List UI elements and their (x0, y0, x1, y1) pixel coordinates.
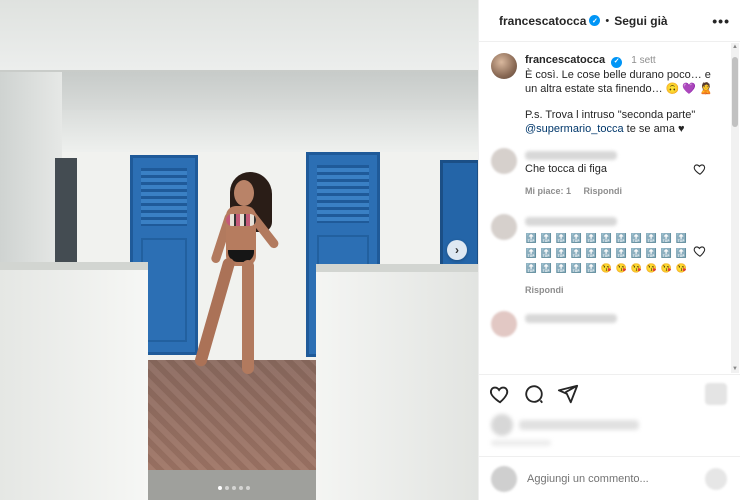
add-comment-bar (479, 456, 740, 500)
comment-emoji: 🔝 (660, 233, 673, 243)
comment-emoji: 🔝 (630, 233, 643, 243)
comment-emoji: 🔝 (555, 233, 568, 243)
likes-summary-blurred (491, 412, 671, 446)
comment-item: Che tocca di figa Mi piace: 1 Rispondi (479, 148, 731, 198)
comment-emoji: 🔝 (675, 233, 688, 243)
roof-underside (18, 72, 478, 110)
commenter-avatar[interactable] (491, 214, 517, 240)
commenter-username-blurred[interactable] (525, 150, 617, 160)
post-sidebar: francescatocca ✓ • Segui già ••• frances… (478, 0, 740, 500)
carousel-next-button[interactable]: › (447, 240, 467, 260)
comment-emoji: 🔝 (540, 233, 553, 243)
author-username[interactable]: francescatocca (499, 14, 586, 28)
save-bookmark-icon[interactable] (705, 382, 727, 405)
commenter-avatar[interactable] (491, 311, 517, 337)
caption-line-2: P.s. Trova l intruso "seconda parte" (525, 109, 696, 121)
comment-emoji: 😘 (660, 263, 673, 273)
comment-likes[interactable]: Mi piace: 1 (525, 186, 571, 196)
verified-badge-icon: ✓ (611, 56, 623, 68)
carousel-dot (246, 486, 250, 490)
comment-emoji: 🔝 (660, 248, 673, 258)
comment-emoji: 🔝 (525, 263, 538, 273)
comment-bubble-icon[interactable] (523, 383, 545, 405)
reply-button[interactable]: Rispondi (525, 285, 564, 295)
comment-emoji: 🔝 (600, 248, 613, 258)
comment-emoji: 🔝 (570, 233, 583, 243)
caption-timestamp[interactable]: 1 sett (631, 55, 655, 66)
comment-emoji: 😘 (645, 263, 658, 273)
dark-doorway (55, 158, 77, 266)
comment-emoji: 🔝 (600, 233, 613, 243)
low-wall-left (0, 262, 148, 500)
header-separator: • (605, 14, 610, 27)
scrollbar[interactable]: ▲ ▼ (731, 43, 739, 373)
comment-emoji: 🔝 (585, 263, 598, 273)
comment-emoji: 😘 (600, 263, 613, 273)
comments-scroll-area[interactable]: francescatocca ✓ 1 sett È così. Le cose … (479, 43, 731, 373)
post-comment-button[interactable] (705, 467, 727, 490)
share-send-icon[interactable] (557, 383, 579, 405)
post-actions (479, 374, 740, 412)
comment-emoji: 🔝 (630, 248, 643, 258)
comment-emoji-text: 🔝 🔝 🔝 🔝 🔝 🔝 🔝 🔝 🔝 🔝 🔝 🔝 🔝 🔝 🔝 🔝 🔝 🔝 🔝 🔝 🔝 🔝 🔝 🔝 🔝 🔝 🔝 😘 😘 😘 😘 😘 😘 (525, 232, 721, 275)
like-comment-heart-icon[interactable] (693, 162, 707, 176)
carousel-dot (218, 486, 222, 490)
following-button[interactable]: Segui già (614, 14, 667, 28)
scrollbar-thumb[interactable] (732, 57, 738, 127)
comment-emoji: 🔝 (675, 248, 688, 258)
comment-emoji: 😘 (675, 263, 688, 273)
wall-shadow (60, 110, 478, 152)
comment-emoji: 😘 (630, 263, 643, 273)
woman-in-bikini (193, 172, 286, 377)
comment-emoji: 🔝 (645, 248, 658, 258)
post-caption: francescatocca ✓ 1 sett È così. Le cose … (479, 43, 731, 136)
like-heart-icon[interactable] (489, 383, 511, 405)
commenter-username-blurred[interactable] (525, 216, 617, 226)
author-avatar[interactable] (491, 53, 517, 79)
comment-emoji: 🔝 (585, 248, 598, 258)
carousel-indicator (218, 486, 250, 490)
caption-tail: te se ama ♥ (623, 123, 685, 135)
post-header: francescatocca ✓ • Segui già ••• (479, 0, 740, 42)
comment-emoji: 🔝 (555, 248, 568, 258)
comment-input[interactable] (527, 472, 697, 485)
left-pillar (0, 72, 62, 272)
caption-username[interactable]: francescatocca (525, 54, 605, 66)
comment-emoji: 🔝 (585, 233, 598, 243)
comment-emoji: 🔝 (555, 263, 568, 273)
emoji-picker-icon[interactable] (491, 465, 517, 492)
scroll-down-icon[interactable]: ▼ (731, 365, 739, 373)
comment-text: Che tocca di figa (525, 163, 607, 175)
comment-emoji: 😘 (615, 263, 628, 273)
comment-emoji: 🔝 (540, 248, 553, 258)
commenter-username-blurred[interactable] (525, 313, 617, 323)
caption-line-3: @supermario_tocca te se ama ♥ (525, 122, 723, 136)
post-photo: › (0, 0, 478, 500)
carousel-dot (225, 486, 229, 490)
like-comment-heart-icon[interactable] (693, 244, 707, 258)
carousel-dot (239, 486, 243, 490)
reply-button[interactable]: Rispondi (584, 186, 623, 196)
comment-item: 🔝 🔝 🔝 🔝 🔝 🔝 🔝 🔝 🔝 🔝 🔝 🔝 🔝 🔝 🔝 🔝 🔝 🔝 🔝 🔝 🔝 🔝 🔝 🔝 🔝 🔝 🔝 😘 😘 😘 😘 😘 😘 Rispon… (479, 214, 731, 297)
low-wall-right (316, 264, 478, 500)
more-options-icon[interactable]: ••• (712, 13, 730, 29)
scroll-up-icon[interactable]: ▲ (731, 43, 739, 51)
roof (0, 0, 478, 72)
verified-badge-icon: ✓ (589, 15, 601, 26)
comment-emoji: 🔝 (525, 233, 538, 243)
comment-emoji: 🔝 (570, 248, 583, 258)
comment-emoji: 🔝 (645, 233, 658, 243)
carousel-dot (232, 486, 236, 490)
comment-emoji: 🔝 (615, 248, 628, 258)
commenter-avatar[interactable] (491, 148, 517, 174)
comment-emoji: 🔝 (525, 248, 538, 258)
comment-item-partial (479, 311, 731, 337)
comment-emoji: 🔝 (540, 263, 553, 273)
caption-line-1: È così. Le cose belle durano poco… e un … (525, 69, 713, 95)
comment-emoji: 🔝 (570, 263, 583, 273)
step (118, 470, 336, 500)
comment-emoji: 🔝 (615, 233, 628, 243)
mention-link[interactable]: @supermario_tocca (525, 123, 624, 135)
